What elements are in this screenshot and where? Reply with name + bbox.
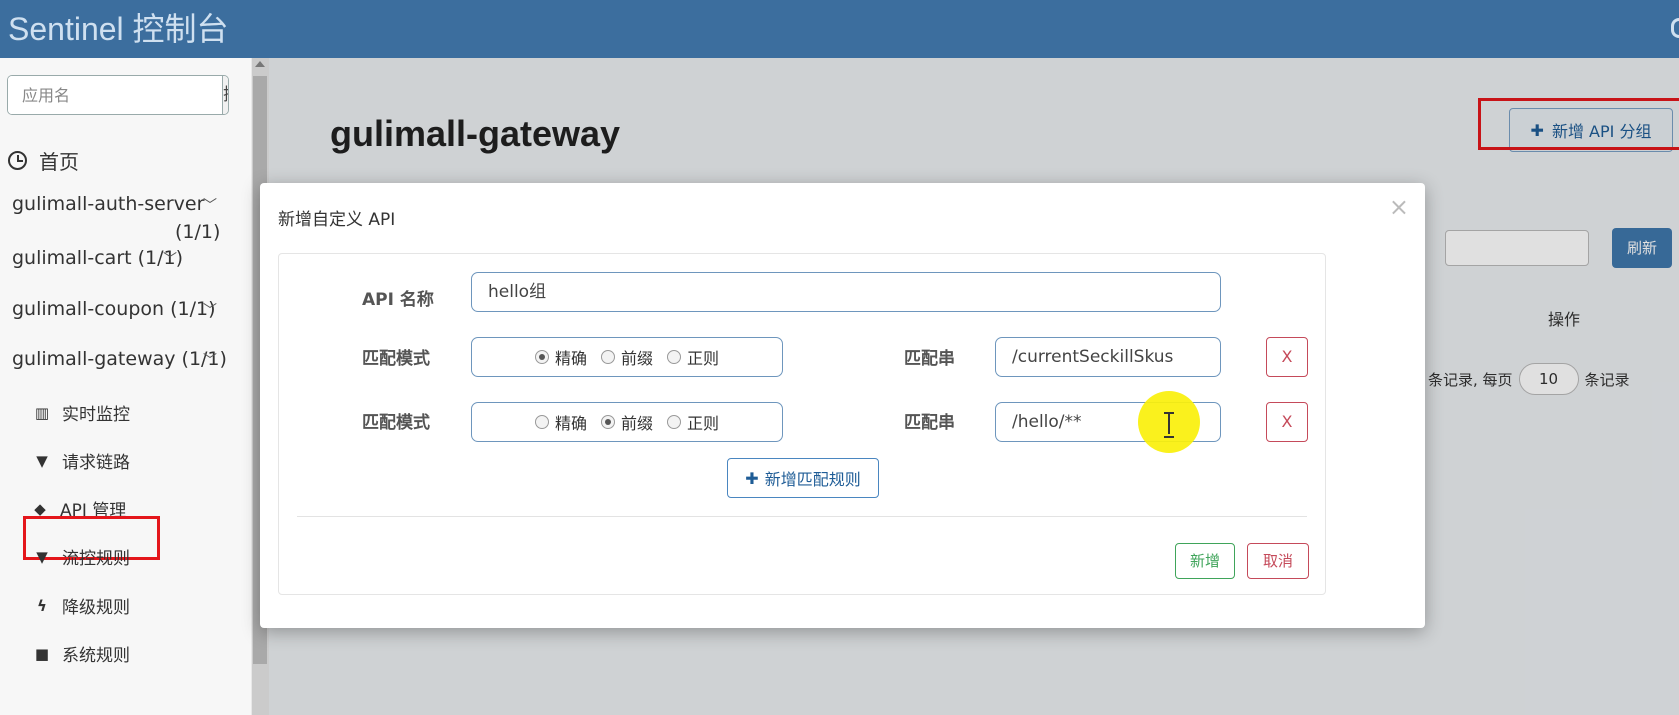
radio-icon: [600, 350, 615, 364]
add-api-modal: 新增自定义 API × API 名称 hello组 匹配模式 精确 前缀 正则 …: [260, 183, 1425, 628]
sidebar-item-flow-rules[interactable]: ▼ 流控规则: [34, 544, 130, 570]
button-label: 新增匹配规则: [764, 470, 861, 489]
cancel-button[interactable]: 取消: [1247, 543, 1309, 579]
match-mode-label: 匹配模式: [362, 413, 430, 433]
match-string-input[interactable]: /currentSeckillSkus: [995, 337, 1221, 377]
app-label: gulimall-coupon (1/1): [12, 298, 216, 320]
radio-icon: [667, 350, 681, 364]
match-mode-label: 匹配模式: [362, 349, 430, 369]
sidebar-item-request-chain[interactable]: ▼ 请求链路: [34, 448, 130, 474]
sidebar-item-label: 首页: [39, 150, 79, 174]
radio-icon: [600, 415, 615, 429]
radio-icon: [534, 415, 549, 429]
add-match-rule-button[interactable]: ✚ 新增匹配规则: [727, 458, 879, 498]
user-menu-icon[interactable]: [1671, 18, 1679, 38]
sidebar-item-label: 降级规则: [62, 598, 130, 618]
filter-icon: ▼: [36, 451, 48, 470]
chevron-down-icon[interactable]: ﹀: [203, 300, 217, 320]
app-label: gulimall-auth-server: [12, 193, 205, 215]
lock-icon: ■: [34, 644, 50, 663]
radio-label: 正则: [687, 414, 720, 433]
filter-icon: ▼: [36, 547, 48, 566]
radio-prefix[interactable]: 前缀: [600, 345, 653, 369]
app-label: gulimall-cart (1/1): [12, 247, 184, 269]
sidebar-item-label: 系统规则: [62, 646, 130, 666]
brand-title[interactable]: Sentinel 控制台: [8, 4, 229, 50]
chevron-down-icon[interactable]: ﹀: [163, 249, 177, 269]
radio-icon: [667, 415, 681, 429]
match-string-label: 匹配串: [904, 413, 955, 433]
plus-icon: ✚: [745, 468, 759, 488]
sidebar-item-label: 流控规则: [62, 549, 130, 569]
radio-label: 精确: [554, 414, 587, 433]
app-count: (1/1): [175, 221, 221, 243]
sidebar-item-label: 请求链路: [62, 453, 130, 473]
clock-icon: [8, 151, 27, 170]
sidebar-item-degrade-rules[interactable]: ϟ 降级规则: [34, 593, 130, 619]
sidebar-app-coupon[interactable]: gulimall-coupon (1/1): [12, 298, 216, 320]
radio-prefix[interactable]: 前缀: [600, 410, 653, 434]
radio-label: 精确: [554, 349, 587, 368]
radio-regex[interactable]: 正则: [667, 410, 719, 434]
sidebar-item-system-rules[interactable]: ■ 系统规则: [34, 641, 130, 667]
radio-label: 前缀: [620, 349, 653, 368]
app-search-input[interactable]: [8, 76, 222, 114]
chevron-down-icon[interactable]: ﹀: [203, 350, 217, 370]
radio-regex[interactable]: 正则: [667, 345, 719, 369]
sidebar-item-realtime-monitor[interactable]: ▥ 实时监控: [34, 400, 130, 426]
tags-icon: ◆: [34, 499, 46, 518]
sidebar-app-gateway[interactable]: gulimall-gateway (1/1): [12, 348, 227, 370]
api-name-label: API 名称: [362, 290, 434, 310]
sidebar-item-label: 实时监控: [62, 405, 130, 425]
sidebar-app-cart[interactable]: gulimall-cart (1/1): [12, 247, 183, 269]
sidebar-item-home[interactable]: 首页: [8, 146, 79, 175]
radio-exact[interactable]: 精确: [534, 345, 587, 369]
app-search: 搜索: [7, 75, 229, 115]
match-mode-radio-group: 精确 前缀 正则: [471, 402, 783, 442]
bolt-icon: ϟ: [37, 596, 47, 615]
app-label: gulimall-gateway (1/1): [12, 348, 227, 370]
radio-exact[interactable]: 精确: [534, 410, 587, 434]
radio-label: 前缀: [620, 414, 653, 433]
radio-icon: [534, 350, 549, 364]
chevron-down-icon[interactable]: ﹀: [203, 195, 217, 215]
bar-chart-icon: ▥: [34, 403, 50, 422]
form-divider: [297, 516, 1307, 517]
match-mode-radio-group: 精确 前缀 正则: [471, 337, 783, 377]
search-button[interactable]: 搜索: [222, 76, 228, 114]
match-string-label: 匹配串: [904, 349, 955, 369]
sidebar-app-auth-server[interactable]: gulimall-auth-server: [12, 193, 204, 215]
close-icon[interactable]: ×: [1389, 193, 1409, 221]
text-cursor-icon: [1163, 412, 1175, 438]
api-name-input[interactable]: hello组: [471, 272, 1221, 312]
modal-title: 新增自定义 API: [278, 210, 396, 230]
top-bar: Sentinel 控制台: [0, 0, 1679, 58]
remove-rule-button[interactable]: X: [1266, 337, 1308, 377]
remove-rule-button[interactable]: X: [1266, 402, 1308, 442]
radio-label: 正则: [687, 349, 720, 368]
submit-button[interactable]: 新增: [1175, 543, 1235, 579]
